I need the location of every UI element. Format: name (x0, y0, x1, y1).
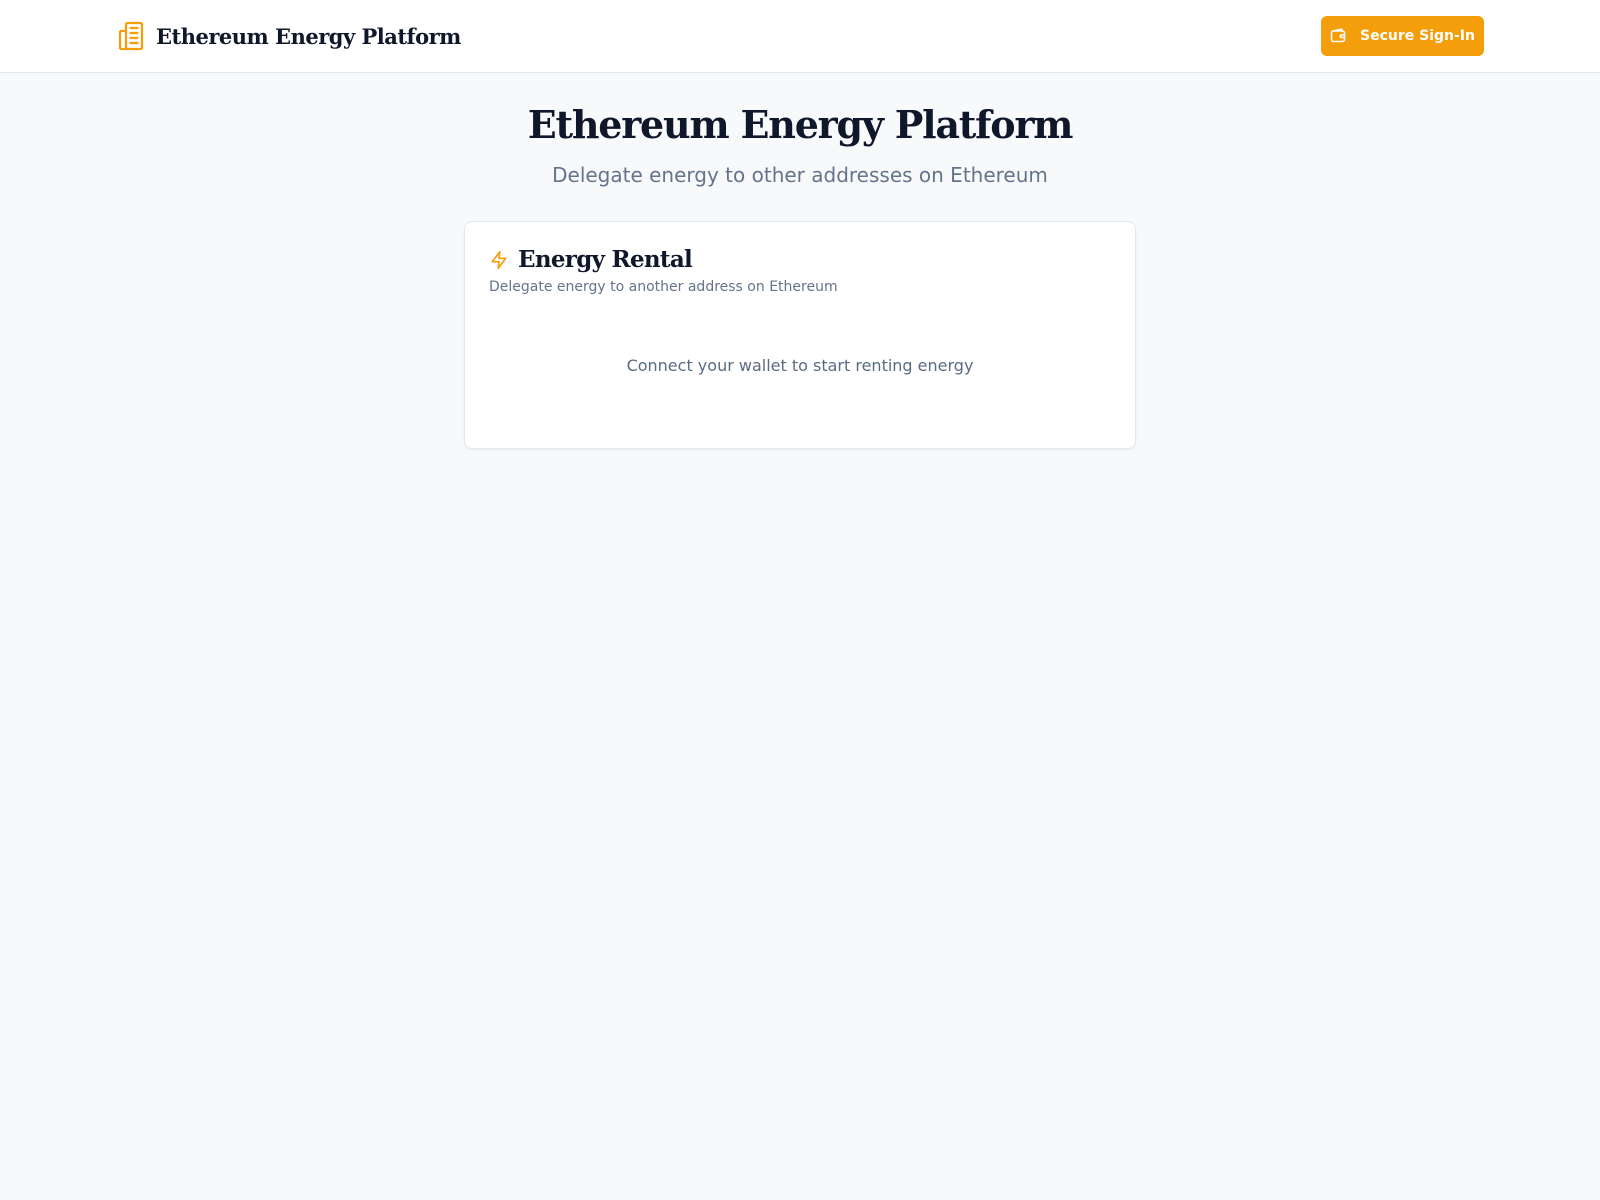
connect-wallet-message: Connect your wallet to start renting ene… (626, 356, 974, 375)
building-icon (116, 20, 148, 52)
top-navbar: Ethereum Energy Platform Secure Sign-In (0, 0, 1600, 73)
card-header: Energy Rental (489, 246, 693, 273)
card-title: Energy Rental (518, 246, 693, 273)
page-subtitle: Delegate energy to other addresses on Et… (552, 163, 1048, 187)
secure-sign-in-button[interactable]: Secure Sign-In (1321, 16, 1484, 56)
wallet-icon (1330, 28, 1346, 44)
secure-sign-in-label: Secure Sign-In (1360, 28, 1475, 44)
page-title: Ethereum Energy Platform (527, 102, 1074, 147)
brand[interactable]: Ethereum Energy Platform (116, 20, 461, 52)
energy-rental-card: Energy Rental Delegate energy to another… (464, 221, 1136, 449)
brand-title: Ethereum Energy Platform (156, 23, 461, 49)
card-description: Delegate energy to another address on Et… (489, 279, 838, 295)
bolt-icon (489, 250, 509, 270)
